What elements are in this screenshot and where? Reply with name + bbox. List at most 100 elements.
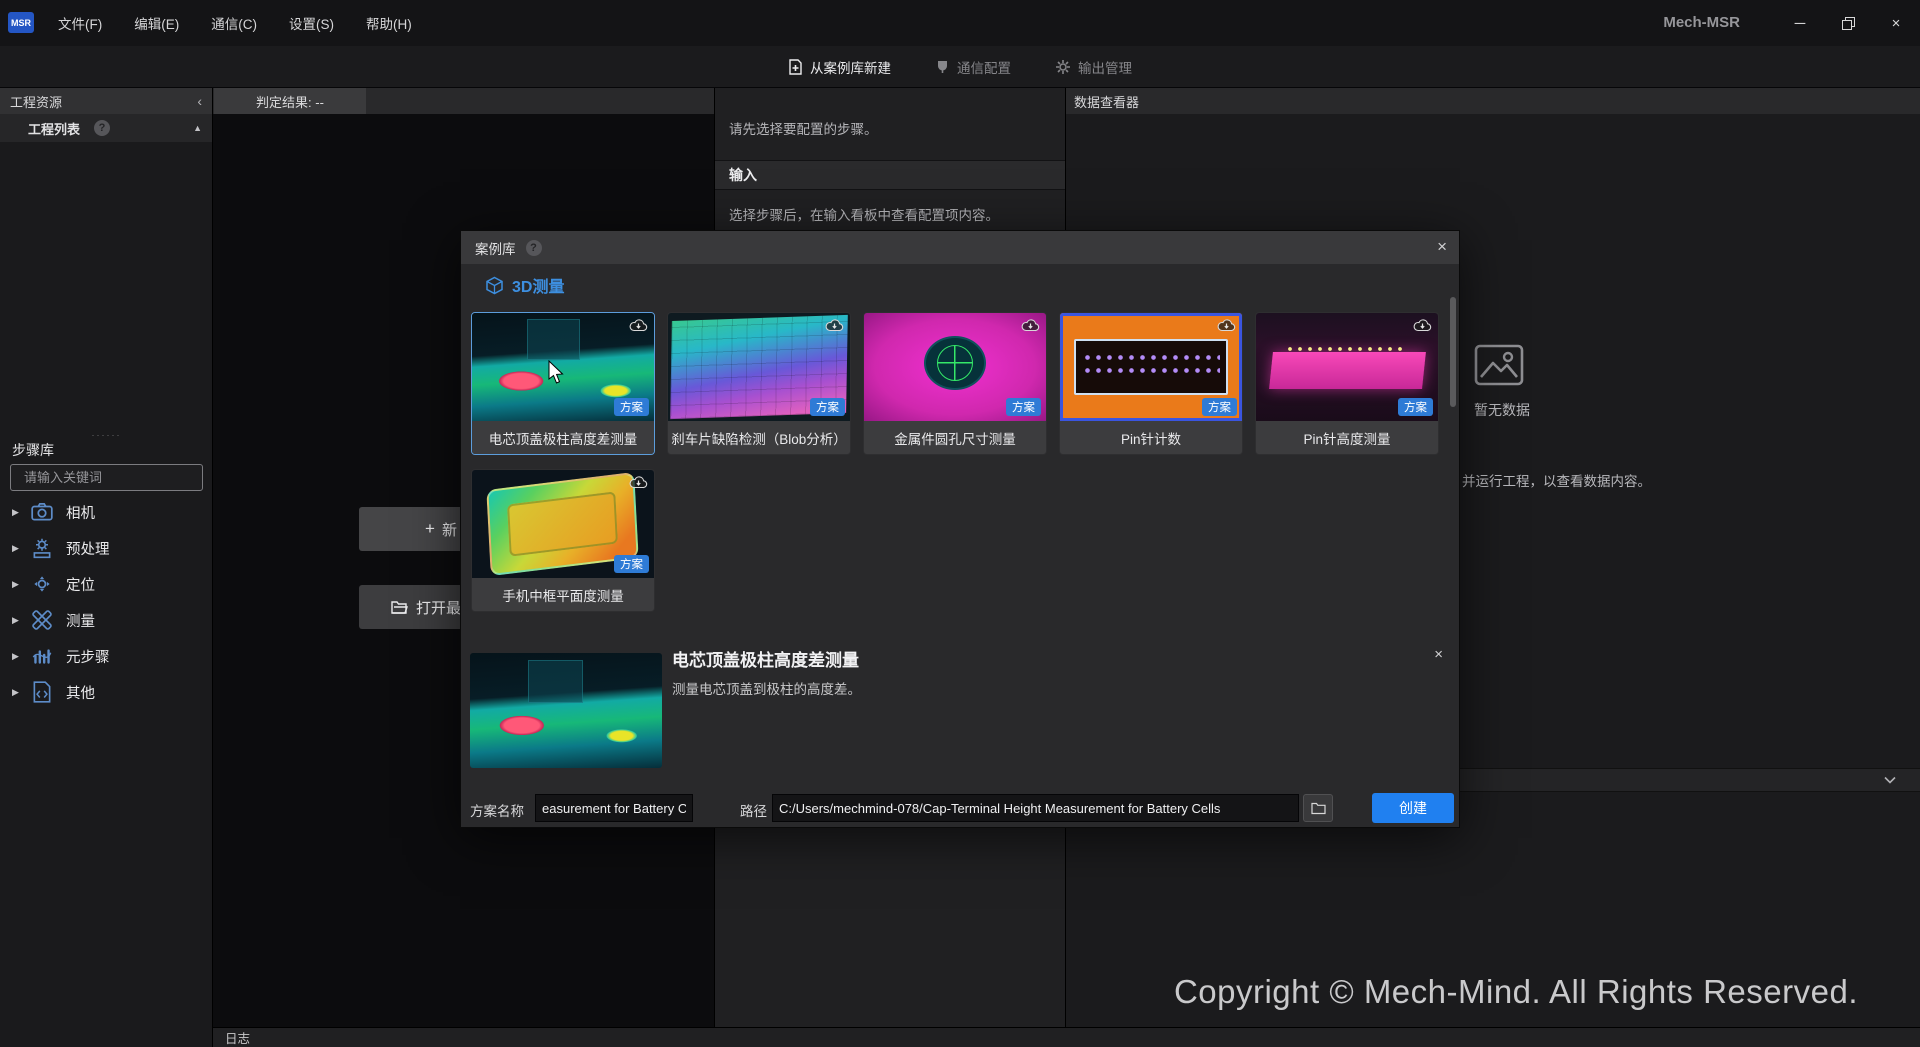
expand-arrow-icon[interactable]: ▶ (12, 579, 30, 590)
expand-arrow-icon[interactable]: ▶ (12, 687, 30, 698)
run-project-hint: 并运行工程，以查看数据内容。 (1462, 470, 1651, 490)
minimize-icon: ─ (1795, 15, 1806, 32)
project-list-title: 工程列表 (28, 119, 80, 138)
close-icon: × (1892, 15, 1901, 32)
case-card-brake-pad[interactable]: 方案 刹车片缺陷检测（Blob分析） (667, 312, 851, 455)
scrollbar-thumb[interactable] (1450, 297, 1456, 407)
menu-bar: 文件(F) 编辑(E) 通信(C) 设置(S) 帮助(H) (42, 0, 428, 46)
dialog-title: 案例库 (475, 238, 516, 258)
menu-help[interactable]: 帮助(H) (350, 7, 428, 39)
section-3d-measurement: 3D测量 (485, 273, 564, 297)
case-card-metal-hole[interactable]: 方案 金属件圆孔尺寸测量 (863, 312, 1047, 455)
path-label: 路径 (740, 800, 767, 820)
menu-file[interactable]: 文件(F) (42, 7, 118, 39)
solution-name-input[interactable] (535, 794, 693, 822)
cloud-download-icon (1021, 318, 1040, 332)
detail-title: 电芯顶盖极柱高度差测量 (672, 646, 859, 671)
locate-icon (30, 572, 54, 596)
camera-icon (30, 500, 54, 524)
case-card-pin-count[interactable]: 方案 Pin针计数 (1059, 312, 1243, 455)
section-title: 3D测量 (512, 273, 564, 297)
close-window-button[interactable]: × (1872, 0, 1920, 46)
browse-folder-button[interactable] (1303, 794, 1333, 822)
log-bar[interactable]: 日志 (213, 1027, 1920, 1047)
open-folder-icon (391, 600, 408, 614)
case-card-phone-frame[interactable]: 方案 手机中框平面度测量 (471, 469, 655, 612)
output-management-button[interactable]: 输出管理 (1055, 57, 1132, 77)
window-title: Mech-MSR (1663, 14, 1740, 31)
step-library-title: 步骤库 (12, 440, 54, 460)
menu-settings[interactable]: 设置(S) (273, 7, 350, 39)
file-plus-icon (788, 59, 803, 75)
splitter-handle[interactable]: ······ (0, 430, 213, 440)
category-locate[interactable]: ▶ 定位 (0, 566, 213, 602)
new-from-case-button[interactable]: 从案例库新建 (788, 57, 891, 77)
cloud-download-icon (1217, 318, 1236, 332)
restore-icon (1842, 17, 1855, 30)
input-section-title: 输入 (729, 165, 757, 185)
category-preprocess[interactable]: ▶ 预处理 (0, 530, 213, 566)
case-card-label: 手机中框平面度测量 (472, 578, 654, 611)
solution-name-label: 方案名称 (470, 800, 524, 820)
plus-icon: + (425, 519, 435, 539)
new-project-label: 新 (442, 519, 457, 540)
measure-icon (30, 608, 54, 632)
case-thumbnail: 方案 (864, 313, 1046, 421)
expand-arrow-icon[interactable]: ▶ (12, 615, 30, 626)
restore-button[interactable] (1824, 0, 1872, 46)
log-label: 日志 (225, 1028, 250, 1047)
help-icon[interactable]: ? (94, 120, 110, 136)
input-section-header[interactable]: 输入 (715, 160, 1065, 190)
expand-arrow-icon[interactable]: ▶ (12, 651, 30, 662)
search-input[interactable] (24, 470, 200, 485)
resources-title: 工程资源 (10, 92, 62, 111)
category-measure[interactable]: ▶ 测量 (0, 602, 213, 638)
canvas-header: 判定结果: -- (213, 88, 714, 114)
result-tab[interactable]: 判定结果: -- (214, 88, 366, 114)
case-thumbnail: 方案 (1256, 313, 1438, 421)
path-input[interactable] (772, 794, 1299, 822)
gear-icon (1055, 59, 1071, 75)
case-card-label: 电芯顶盖极柱高度差测量 (472, 421, 654, 454)
folder-browse-icon (1311, 802, 1326, 815)
case-library-dialog: 案例库 ? × 3D测量 方案 电芯顶盖极柱高度差测量 方案 刹车片缺陷 (460, 230, 1460, 828)
step-search-box[interactable] (10, 464, 203, 491)
expand-arrow-icon[interactable]: ▶ (12, 507, 30, 518)
create-button[interactable]: 创建 (1372, 793, 1454, 823)
project-list-header[interactable]: 工程列表 ? ▲ (0, 114, 212, 142)
comm-config-button[interactable]: 通信配置 (935, 57, 1011, 77)
cursor-pointer (548, 360, 565, 385)
dialog-help-icon[interactable]: ? (526, 240, 542, 256)
case-card-label: Pin针高度测量 (1256, 421, 1438, 454)
dialog-title-bar[interactable]: 案例库 ? × (461, 231, 1459, 264)
image-placeholder-icon (1474, 344, 1524, 386)
case-thumbnail: 方案 (668, 313, 850, 421)
menu-edit[interactable]: 编辑(E) (118, 7, 195, 39)
data-viewer-title: 数据查看器 (1074, 92, 1139, 111)
expand-arrow-icon[interactable]: ▶ (12, 543, 30, 554)
case-card-pin-height[interactable]: 方案 Pin针高度测量 (1255, 312, 1439, 455)
detail-close-button[interactable]: × (1434, 646, 1443, 663)
category-camera[interactable]: ▶ 相机 (0, 494, 213, 530)
menu-communication[interactable]: 通信(C) (195, 7, 273, 39)
meta-step-icon (30, 644, 54, 668)
dialog-close-button[interactable]: × (1437, 237, 1447, 257)
create-button-label: 创建 (1399, 798, 1427, 818)
cloud-download-icon (1413, 318, 1432, 332)
solution-badge: 方案 (810, 398, 845, 416)
comm-config-label: 通信配置 (957, 57, 1011, 77)
category-other[interactable]: ▶ 其他 (0, 674, 213, 710)
chevron-down-icon[interactable] (1884, 776, 1896, 784)
cloud-download-icon (825, 318, 844, 332)
output-management-label: 输出管理 (1078, 57, 1132, 77)
category-meta-step[interactable]: ▶ 元步骤 (0, 638, 213, 674)
app-logo-icon: MSR (8, 12, 34, 33)
preprocess-icon (30, 536, 54, 560)
collapse-left-icon[interactable]: ‹ (197, 93, 202, 109)
case-card-label: Pin针计数 (1060, 421, 1242, 454)
minimize-button[interactable]: ─ (1776, 0, 1824, 46)
solution-badge: 方案 (614, 555, 649, 573)
cube-3d-icon (485, 276, 504, 295)
collapse-up-icon[interactable]: ▲ (193, 123, 202, 133)
solution-badge: 方案 (1398, 398, 1433, 416)
